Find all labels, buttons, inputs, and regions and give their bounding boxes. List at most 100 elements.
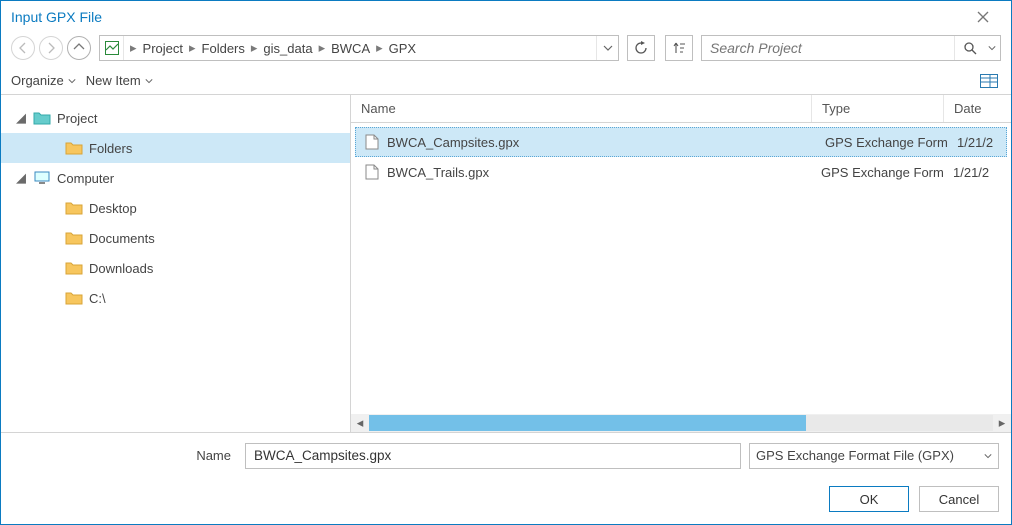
address-bar[interactable]: ▸ Project ▸ Folders ▸ gis_data ▸ BWCA ▸ … (99, 35, 619, 61)
scroll-track[interactable] (369, 415, 993, 431)
file-date: 1/21/2 (943, 165, 1011, 180)
chevron-down-icon (603, 43, 613, 53)
arrow-left-icon (17, 42, 29, 54)
column-name[interactable]: Name (351, 95, 811, 122)
file-type: GPS Exchange Form (815, 135, 947, 150)
refresh-button[interactable] (627, 35, 655, 61)
close-icon (977, 11, 989, 23)
chevron-right-icon[interactable]: ▸ (187, 40, 198, 56)
chevron-down-icon (68, 77, 76, 85)
file-name: BWCA_Trails.gpx (387, 165, 489, 180)
breadcrumb-segment[interactable]: GPX (385, 36, 420, 60)
folder-icon (65, 231, 83, 245)
folder-icon (65, 141, 83, 155)
breadcrumb-segment[interactable]: BWCA (327, 36, 374, 60)
caret-down-icon[interactable]: ◢ (15, 110, 27, 126)
cancel-label: Cancel (939, 492, 979, 507)
scroll-thumb[interactable] (369, 415, 806, 431)
tree-item-desktop[interactable]: Desktop (1, 193, 350, 223)
file-type-filter[interactable]: GPS Exchange Format File (GPX) (749, 443, 999, 469)
file-rows: BWCA_Campsites.gpx GPS Exchange Form 1/2… (351, 123, 1011, 414)
sort-button[interactable] (665, 35, 693, 61)
buttons-row: OK Cancel (1, 478, 1011, 524)
sidebar: ◢ Project Folders ◢ Computer (1, 95, 351, 432)
search-box[interactable] (701, 35, 1001, 61)
new-item-menu[interactable]: New Item (86, 73, 153, 88)
filter-label: GPS Exchange Format File (GPX) (756, 448, 984, 463)
search-input[interactable] (702, 40, 954, 56)
folder-icon (65, 261, 83, 275)
arrow-right-icon (45, 42, 57, 54)
tree-label: Computer (57, 171, 124, 186)
chevron-right-icon[interactable]: ▸ (374, 40, 385, 56)
tree-label: Folders (89, 141, 142, 156)
cancel-button[interactable]: Cancel (919, 486, 999, 512)
chevron-down-icon (984, 452, 992, 460)
column-date[interactable]: Date (943, 95, 1011, 122)
ok-label: OK (860, 492, 879, 507)
window-title: Input GPX File (9, 9, 963, 25)
new-item-label: New Item (86, 73, 141, 88)
chevron-down-icon (145, 77, 153, 85)
file-listing: Name Type Date BWCA_Campsites.gpx GPS Ex… (351, 95, 1011, 432)
tree-item-cdrive[interactable]: C:\ (1, 283, 350, 313)
map-home-icon (104, 40, 120, 56)
search-icon (963, 41, 977, 55)
name-label: Name (13, 448, 237, 463)
search-dropdown[interactable] (984, 36, 1000, 60)
chevron-down-icon (988, 44, 996, 52)
sort-icon (672, 41, 686, 55)
tree-item-downloads[interactable]: Downloads (1, 253, 350, 283)
file-row[interactable]: BWCA_Trails.gpx GPS Exchange Form 1/21/2 (351, 157, 1011, 187)
forward-button[interactable] (39, 36, 63, 60)
arrow-up-icon (73, 42, 85, 54)
tree-item-folders[interactable]: Folders (1, 133, 350, 163)
tree-label: Downloads (89, 261, 163, 276)
navigation-row: ▸ Project ▸ Folders ▸ gis_data ▸ BWCA ▸ … (1, 33, 1011, 67)
project-folder-icon (33, 111, 51, 125)
column-type[interactable]: Type (811, 95, 943, 122)
breadcrumb-segment[interactable]: Project (139, 36, 187, 60)
scroll-right-icon[interactable]: ▸ (993, 414, 1011, 432)
chevron-right-icon[interactable]: ▸ (317, 40, 328, 56)
organize-label: Organize (11, 73, 64, 88)
chevron-right-icon[interactable]: ▸ (128, 40, 139, 56)
breadcrumb: ▸ Project ▸ Folders ▸ gis_data ▸ BWCA ▸ … (124, 36, 596, 60)
column-header: Name Type Date (351, 95, 1011, 123)
breadcrumb-segment[interactable]: Folders (198, 36, 249, 60)
scroll-left-icon[interactable]: ◂ (351, 414, 369, 432)
tree-item-documents[interactable]: Documents (1, 223, 350, 253)
home-icon[interactable] (100, 36, 124, 60)
folder-icon (65, 201, 83, 215)
file-row[interactable]: BWCA_Campsites.gpx GPS Exchange Form 1/2… (355, 127, 1007, 157)
address-dropdown[interactable] (596, 36, 618, 60)
name-row: Name GPS Exchange Format File (GPX) (1, 432, 1011, 478)
chevron-right-icon[interactable]: ▸ (249, 40, 260, 56)
tree-item-computer[interactable]: ◢ Computer (1, 163, 350, 193)
tree-item-project[interactable]: ◢ Project (1, 103, 350, 133)
file-name: BWCA_Campsites.gpx (387, 135, 519, 150)
folder-icon (65, 291, 83, 305)
refresh-icon (634, 41, 648, 55)
file-icon (365, 164, 379, 180)
title-bar: Input GPX File (1, 1, 1011, 33)
tree-label: Project (57, 111, 107, 126)
up-button[interactable] (67, 36, 91, 60)
computer-icon (33, 171, 51, 185)
main-area: ◢ Project Folders ◢ Computer (1, 95, 1011, 432)
organize-menu[interactable]: Organize (11, 73, 76, 88)
breadcrumb-segment[interactable]: gis_data (259, 36, 316, 60)
name-input[interactable] (245, 443, 741, 469)
view-mode-button[interactable] (977, 71, 1001, 91)
details-view-icon (980, 74, 998, 88)
file-dialog: Input GPX File ▸ (0, 0, 1012, 525)
tree-label: Documents (89, 231, 165, 246)
tree-label: C:\ (89, 291, 116, 306)
ok-button[interactable]: OK (829, 486, 909, 512)
tree-label: Desktop (89, 201, 147, 216)
caret-down-icon[interactable]: ◢ (15, 170, 27, 186)
search-button[interactable] (954, 36, 984, 60)
close-button[interactable] (963, 3, 1003, 31)
back-button[interactable] (11, 36, 35, 60)
horizontal-scrollbar[interactable]: ◂ ▸ (351, 414, 1011, 432)
